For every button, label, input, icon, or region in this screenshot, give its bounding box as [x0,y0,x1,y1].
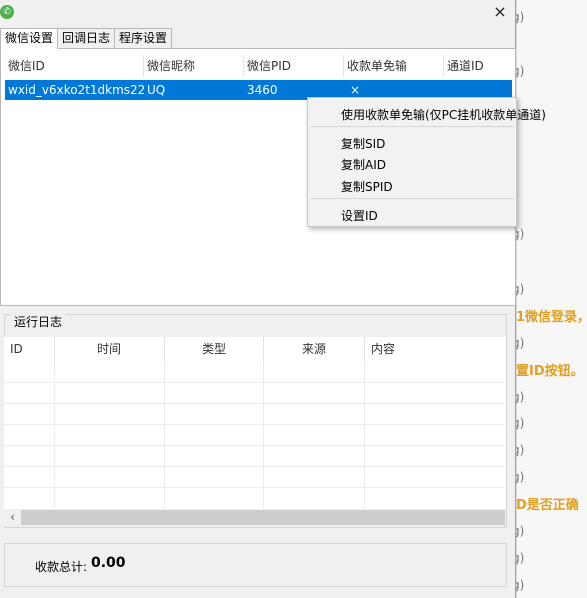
grid-line [263,361,264,511]
menu-item-receipt-free[interactable]: 使用收款单免输(仅PC挂机收款单通道) [341,106,546,123]
accounts-table-header: 微信ID 微信昵称 微信PID 收款单免输 通道ID [5,55,512,77]
total-value: 0.00 [91,555,126,571]
run-log-table[interactable]: ID 时间 类型 来源 内容 [4,337,506,511]
background-text: 置ID按钮。 [516,364,584,379]
grid-line [164,361,165,511]
cell-wxid: wxid_v6xko2t1dkms22 [8,83,144,97]
total-panel: 收款总计: 0.00 [4,543,507,587]
background-text: D是否正确 [516,498,579,513]
run-log-title: 运行日志 [11,313,66,330]
grid-line [4,424,506,425]
app-window: ✆ × 微信设置 回调日志 程序设置 微信ID 微信昵称 微信PID 收款单免输… [0,0,516,598]
tab-wechat-settings[interactable]: 微信设置 [0,28,59,49]
log-column-type[interactable]: 类型 [165,337,264,361]
tab-callback-log[interactable]: 回调日志 [57,28,116,48]
menu-item-copy-aid[interactable]: 复制AID [341,156,386,173]
background-text: 1微信登录， [516,310,587,325]
scrollbar-thumb[interactable] [21,510,505,525]
menu-item-copy-spid[interactable]: 复制SPID [341,178,393,195]
tab-program-settings[interactable]: 程序设置 [114,28,173,48]
grid-line [4,487,506,488]
run-log-header: ID 时间 类型 来源 内容 [4,337,506,361]
horizontal-scrollbar[interactable]: ‹ [4,509,506,526]
column-header-nickname[interactable]: 微信昵称 [144,55,244,77]
total-label: 收款总计: [35,560,88,574]
column-header-receipt-free[interactable]: 收款单免输 [344,55,444,77]
cell-nickname: UQ [147,83,166,97]
wechat-icon: ✆ [0,5,14,19]
column-header-pid[interactable]: 微信PID [244,55,344,77]
scroll-left-icon[interactable]: ‹ [4,509,21,526]
grid-line [4,445,506,446]
menu-separator [310,126,514,127]
menu-item-copy-sid[interactable]: 复制SID [341,135,385,152]
grid-line [4,466,506,467]
grid-line [4,403,506,404]
log-column-id[interactable]: ID [4,337,55,361]
context-menu: 使用收款单免输(仅PC挂机收款单通道) 复制SID 复制AID 复制SPID 设… [307,97,546,227]
grid-line [364,361,365,511]
menu-separator [310,198,514,199]
column-header-wxid[interactable]: 微信ID [5,55,144,77]
menu-item-set-id[interactable]: 设置ID [341,207,378,224]
tab-bar: 微信设置 回调日志 程序设置 [0,28,173,49]
close-button[interactable]: × [488,0,512,24]
grid-line [4,382,506,383]
log-column-content[interactable]: 内容 [365,337,506,361]
grid-line [54,361,55,511]
log-column-time[interactable]: 时间 [55,337,165,361]
column-header-channel-id[interactable]: 通道ID [444,55,512,77]
log-column-source[interactable]: 来源 [264,337,365,361]
